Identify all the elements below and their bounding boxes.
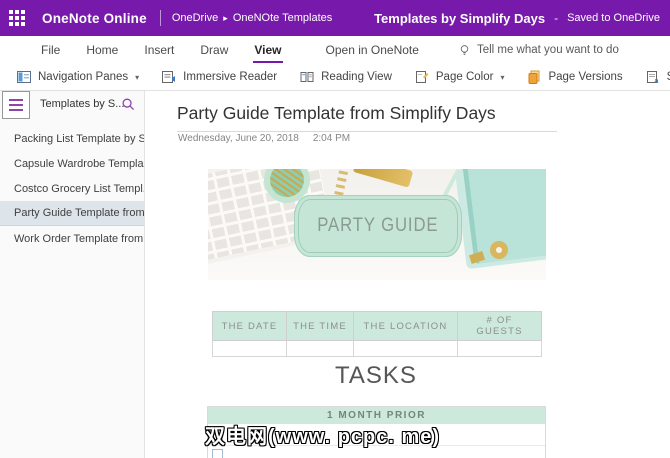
page-versions-button[interactable]: Page Versions bbox=[518, 64, 630, 90]
breadcrumb[interactable]: OneDrive ▸ OneNOte Templates bbox=[172, 12, 332, 24]
month-prior-table: 1 MONTH PRIOR bbox=[207, 406, 546, 458]
page-list: Packing List Template by Si... Capsule W… bbox=[0, 126, 144, 251]
task-row[interactable] bbox=[208, 446, 545, 458]
tab-insert[interactable]: Insert bbox=[131, 36, 187, 64]
menu-bar: File Home Insert Draw View Open in OneNo… bbox=[0, 36, 670, 64]
table-row bbox=[212, 340, 542, 357]
task-row[interactable] bbox=[208, 424, 545, 446]
page-title[interactable]: Party Guide Template from Simplify Days bbox=[177, 103, 557, 132]
page-timestamp: Wednesday, June 20, 2018 2:04 PM bbox=[178, 133, 350, 144]
column-header-time: THE TIME bbox=[286, 311, 354, 341]
app-window: OneNote Online OneDrive ▸ OneNOte Templa… bbox=[0, 0, 670, 458]
table-cell[interactable] bbox=[353, 340, 458, 357]
sidebar-item-capsule-wardrobe[interactable]: Capsule Wardrobe Templa... bbox=[0, 151, 144, 176]
open-in-onenote-button[interactable]: Open in OneNote bbox=[313, 43, 432, 57]
page-time: 2:04 PM bbox=[312, 133, 351, 144]
table-cell[interactable] bbox=[457, 340, 542, 357]
immersive-reader-button[interactable]: Immersive Reader bbox=[153, 64, 285, 90]
immersive-reader-icon bbox=[162, 71, 176, 83]
tab-file[interactable]: File bbox=[28, 36, 73, 64]
tab-home[interactable]: Home bbox=[73, 36, 131, 64]
save-status[interactable]: Saved to OneDrive bbox=[567, 12, 660, 24]
page-color-label: Page Color bbox=[435, 71, 494, 83]
sidebar-notebook-label[interactable]: Templates by S... bbox=[40, 98, 124, 110]
breadcrumb-root[interactable]: OneDrive bbox=[172, 12, 218, 24]
search-icon[interactable] bbox=[121, 97, 136, 117]
navigation-panes-label: Navigation Panes bbox=[38, 71, 129, 83]
table-cell[interactable] bbox=[212, 340, 287, 357]
table-cell[interactable] bbox=[286, 340, 354, 357]
ribbon-toolbar: Navigation Panes ▾ Immersive Reader Read… bbox=[0, 64, 670, 91]
reading-view-label: Reading View bbox=[321, 71, 392, 83]
tab-view[interactable]: View bbox=[241, 36, 294, 64]
chevron-down-icon: ▾ bbox=[500, 72, 505, 82]
show-authors-icon: a bbox=[646, 71, 658, 85]
breadcrumb-separator-icon: ▸ bbox=[223, 12, 228, 23]
tasks-heading: TASKS bbox=[335, 362, 417, 389]
sidebar-item-party-guide[interactable]: Party Guide Template from... bbox=[0, 201, 144, 226]
app-launcher-icon[interactable] bbox=[0, 0, 34, 36]
stapler-graphic bbox=[352, 169, 414, 188]
show-authors-button[interactable]: a Show Authors bbox=[637, 64, 670, 90]
month-prior-header: 1 MONTH PRIOR bbox=[208, 407, 545, 424]
event-details-table: THE DATE THE TIME THE LOCATION # OF GUES… bbox=[212, 311, 542, 357]
column-header-location: THE LOCATION bbox=[353, 311, 458, 341]
page-versions-label: Page Versions bbox=[548, 71, 623, 83]
reading-view-icon bbox=[300, 72, 314, 82]
page-versions-icon bbox=[528, 70, 540, 84]
reading-view-button[interactable]: Reading View bbox=[291, 64, 400, 90]
party-guide-badge: PARTY GUIDE bbox=[294, 195, 462, 257]
hero-image: PARTY GUIDE bbox=[208, 169, 546, 280]
navigation-panes-button[interactable]: Navigation Panes ▾ bbox=[8, 64, 147, 90]
page-date: Wednesday, June 20, 2018 bbox=[178, 133, 299, 144]
tell-me-label: Tell me what you want to do bbox=[476, 44, 619, 56]
party-guide-badge-label: PARTY GUIDE bbox=[317, 215, 439, 236]
sidebar-item-packing-list[interactable]: Packing List Template by Si... bbox=[0, 126, 144, 151]
sidebar-item-work-order[interactable]: Work Order Template from... bbox=[0, 226, 144, 251]
tell-me-box[interactable]: Tell me what you want to do bbox=[458, 44, 619, 57]
tape-graphic bbox=[490, 241, 508, 259]
breadcrumb-current[interactable]: OneNOte Templates bbox=[233, 12, 332, 24]
sidebar-item-costco-grocery[interactable]: Costco Grocery List Templ... bbox=[0, 176, 144, 201]
task-checkbox[interactable] bbox=[212, 429, 223, 440]
header-divider bbox=[159, 10, 161, 26]
app-title: OneNote Online bbox=[42, 10, 147, 26]
lightbulb-icon bbox=[460, 44, 469, 55]
column-header-guests: # OF GUESTS bbox=[457, 311, 542, 341]
title-dash: - bbox=[554, 11, 559, 25]
column-header-date: THE DATE bbox=[212, 311, 287, 341]
task-checkbox[interactable] bbox=[212, 449, 223, 458]
page-canvas[interactable]: Party Guide Template from Simplify Days … bbox=[145, 91, 670, 458]
hamburger-menu-button[interactable] bbox=[2, 91, 30, 119]
page-color-button[interactable]: Page Color ▾ bbox=[406, 64, 513, 90]
tab-draw[interactable]: Draw bbox=[187, 36, 241, 64]
notebook-title: Templates by Simplify Days bbox=[374, 10, 546, 26]
pages-sidebar: Templates by S... Packing List Template … bbox=[0, 91, 145, 458]
svg-text:a: a bbox=[654, 78, 658, 85]
show-authors-label: Show Authors bbox=[667, 71, 670, 83]
chevron-down-icon: ▾ bbox=[135, 72, 140, 82]
page-color-icon bbox=[415, 71, 429, 83]
immersive-reader-label: Immersive Reader bbox=[183, 71, 278, 83]
navigation-panes-icon bbox=[17, 71, 31, 83]
app-header: OneNote Online OneDrive ▸ OneNOte Templa… bbox=[0, 0, 670, 36]
